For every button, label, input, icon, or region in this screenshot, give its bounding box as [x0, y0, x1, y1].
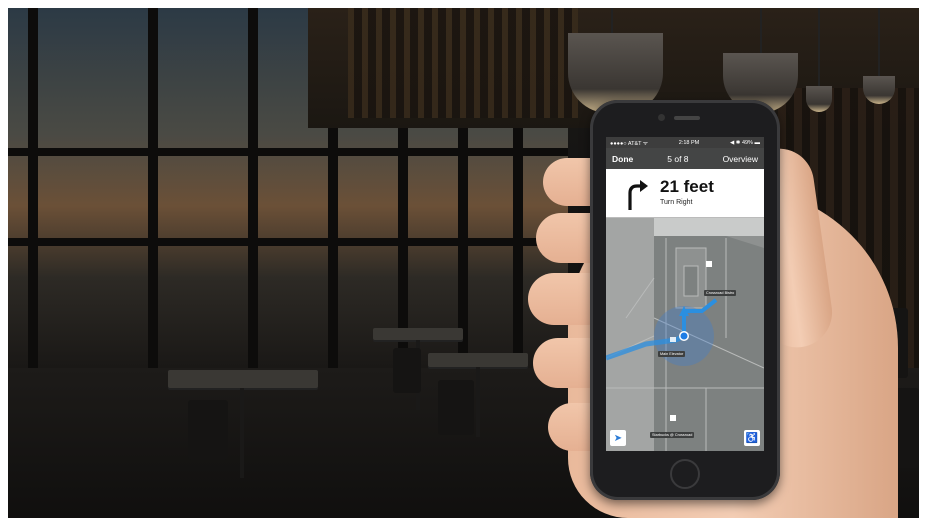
pendant-lamp	[806, 86, 832, 112]
wheelchair-icon[interactable]: ♿	[744, 430, 760, 446]
speaker-grille	[674, 116, 700, 120]
location-arrow-icon[interactable]: ➤	[610, 430, 626, 446]
clock: 2:18 PM	[678, 139, 700, 146]
window-mullion	[28, 8, 38, 428]
photo-background: ●●●●○ AT&T ᯤ 2:18 PM ◀ ✱ 49% ▬ Done 5 of…	[8, 8, 919, 518]
done-button[interactable]: Done	[612, 154, 633, 164]
turn-right-arrow-icon	[628, 180, 648, 210]
table-leg	[476, 367, 480, 437]
window-transom	[8, 148, 568, 156]
camera-icon	[658, 114, 665, 121]
status-bar: ●●●●○ AT&T ᯤ 2:18 PM ◀ ✱ 49% ▬	[606, 137, 764, 148]
indoor-map[interactable]: Crossroad Bistro Main Elevator Starbucks…	[606, 218, 764, 451]
lamp-cord	[818, 8, 820, 88]
dining-table	[168, 370, 318, 388]
lamp-cord	[878, 8, 880, 78]
step-counter: 5 of 8	[667, 153, 689, 164]
chair	[438, 380, 474, 435]
wood-slats	[348, 8, 578, 118]
map-floorplan	[606, 218, 764, 451]
window-mullion	[148, 8, 158, 428]
home-button[interactable]	[670, 459, 700, 489]
map-label-store[interactable]: Crossroad Bistro	[704, 290, 737, 296]
phone-screen: ●●●●○ AT&T ᯤ 2:18 PM ◀ ✱ 49% ▬ Done 5 of…	[606, 137, 764, 451]
battery-indicator: ◀ ✱ 49% ▬	[730, 139, 760, 146]
chair	[188, 400, 228, 460]
navigation-bar: Done 5 of 8 Overview	[606, 148, 764, 169]
lamp-cord	[760, 8, 762, 58]
chair	[393, 348, 421, 393]
dining-table	[428, 353, 528, 367]
carrier-signal: ●●●●○ AT&T ᯤ	[610, 140, 648, 147]
distance-text: 21 feet	[660, 177, 714, 196]
table-leg	[240, 388, 244, 478]
instruction-text: Turn Right	[660, 199, 693, 206]
window-transom	[8, 238, 568, 246]
map-label-elevator[interactable]: Main Elevator	[658, 351, 686, 357]
dining-table	[373, 328, 463, 340]
map-label-store[interactable]: Starbucks @ Crossroad	[650, 432, 695, 438]
direction-card: 21 feet Turn Right	[606, 169, 764, 218]
overview-button[interactable]: Overview	[723, 154, 758, 164]
smartphone: ●●●●○ AT&T ᯤ 2:18 PM ◀ ✱ 49% ▬ Done 5 of…	[590, 100, 780, 500]
window-mullion	[248, 8, 258, 428]
